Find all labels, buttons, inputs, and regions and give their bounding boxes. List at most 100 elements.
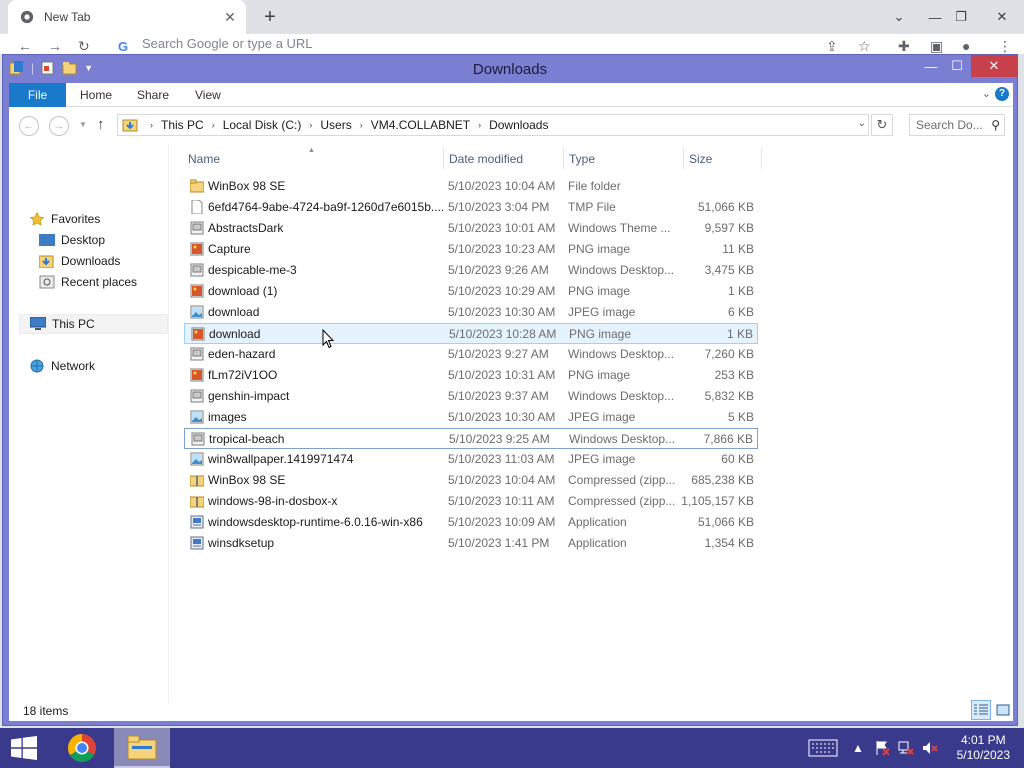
content-area: Favorites Desktop Downloads Recent place… xyxy=(9,143,1013,703)
chrome-extensions-icon[interactable]: ✚ xyxy=(898,38,910,55)
file-row[interactable]: winsdksetup 5/10/2023 1:41 PM Application 1… xyxy=(184,533,758,554)
file-row[interactable]: windowsdesktop-runtime-6.0.16-win-x86 5/1… xyxy=(184,512,758,533)
chrome-favicon-icon xyxy=(20,10,34,24)
installer-icon xyxy=(190,536,204,550)
window-maximize-button[interactable]: ☐ xyxy=(945,55,969,77)
chrome-back-icon[interactable]: ← xyxy=(18,38,32,54)
search-input[interactable]: Search Do... ⚲ xyxy=(909,114,1005,136)
file-type: JPEG image xyxy=(568,410,636,424)
file-size: 1,354 KB xyxy=(704,536,754,550)
column-header-type[interactable]: Type xyxy=(569,143,683,175)
png-image-icon xyxy=(190,242,204,256)
breadcrumb-downloads[interactable]: Downloads xyxy=(489,118,548,132)
file-date-modified: 5/10/2023 11:03 AM xyxy=(448,452,555,466)
zip-folder-icon xyxy=(190,496,204,508)
chrome-bookmark-star-icon[interactable]: ☆ xyxy=(858,38,871,55)
nav-item-desktop[interactable]: Desktop xyxy=(39,230,105,250)
file-name: tropical-beach xyxy=(209,432,285,446)
file-type: JPEG image xyxy=(568,452,636,466)
chrome-forward-icon[interactable]: → xyxy=(48,38,62,54)
chrome-menu-icon[interactable]: ⋮ xyxy=(998,38,1012,55)
taskbar-chrome-button[interactable] xyxy=(54,728,110,768)
file-row[interactable]: WinBox 98 SE 5/10/2023 10:04 AM File folde… xyxy=(184,176,758,197)
file-row[interactable]: tropical-beach 5/10/2023 9:25 AM Windows D… xyxy=(184,428,758,449)
chrome-restore-button[interactable]: ❐ xyxy=(944,0,978,34)
column-header-date[interactable]: Date modified xyxy=(449,143,563,175)
address-dropdown-chevron-icon[interactable]: ⌄ xyxy=(858,118,866,129)
address-bar-row: ← → ▼ ↑ › This PC › Local Disk (C:) › Us… xyxy=(9,107,1013,143)
file-row[interactable]: win8wallpaper.1419971474 5/10/2023 11:03 … xyxy=(184,449,758,470)
touch-keyboard-icon[interactable] xyxy=(808,728,838,768)
file-date-modified: 5/10/2023 3:04 PM xyxy=(448,200,550,214)
action-center-flag-icon[interactable] xyxy=(874,728,890,768)
address-box[interactable]: › This PC › Local Disk (C:) › Users › VM… xyxy=(117,114,869,136)
file-row[interactable]: download 5/10/2023 10:28 AM PNG image 1 KB xyxy=(184,323,758,344)
recent-locations-chevron-icon[interactable]: ▼ xyxy=(79,120,87,129)
file-row[interactable]: windows-98-in-dosbox-x 5/10/2023 10:11 AM… xyxy=(184,491,758,512)
start-button[interactable] xyxy=(0,728,48,768)
up-arrow-icon[interactable]: ↑ xyxy=(97,116,105,133)
file-row[interactable]: genshin-impact 5/10/2023 9:37 AM Windows D… xyxy=(184,386,758,407)
column-header-size[interactable]: Size xyxy=(689,143,759,175)
chrome-sidepanel-icon[interactable]: ▣ xyxy=(930,38,943,55)
file-size: 11 KB xyxy=(722,242,754,256)
chrome-close-button[interactable]: ✕ xyxy=(985,0,1019,34)
help-icon[interactable]: ? xyxy=(995,87,1009,101)
file-row[interactable]: AbstractsDark 5/10/2023 10:01 AM Windows T… xyxy=(184,218,758,239)
file-row[interactable]: 6efd4764-9abe-4724-ba9f-1260d7e6015b....… xyxy=(184,197,758,218)
chrome-share-icon[interactable]: ⇪ xyxy=(826,38,838,55)
file-row[interactable]: despicable-me-3 5/10/2023 9:26 AM Windows … xyxy=(184,260,758,281)
details-view-button[interactable] xyxy=(971,700,991,720)
file-row[interactable]: download (1) 5/10/2023 10:29 AM PNG image 1… xyxy=(184,281,758,302)
file-row[interactable]: fLm72iV1OO 5/10/2023 10:31 AM PNG image 253… xyxy=(184,365,758,386)
chrome-tab-search-icon[interactable]: ⌄ xyxy=(882,0,916,34)
file-size: 253 KB xyxy=(714,368,754,382)
system-clock[interactable]: 4:01 PM 5/10/2023 xyxy=(957,733,1010,763)
back-button[interactable]: ← xyxy=(19,116,39,136)
taskbar-file-explorer-button[interactable] xyxy=(114,728,170,768)
breadcrumb: › This PC › Local Disk (C:) › Users › VM… xyxy=(150,118,549,132)
chrome-profile-icon[interactable]: ● xyxy=(962,38,970,54)
file-row[interactable]: download 5/10/2023 10:30 AM JPEG image 6 KB xyxy=(184,302,758,323)
breadcrumb-users[interactable]: Users xyxy=(320,118,351,132)
chrome-tab-close-icon[interactable]: ✕ xyxy=(220,7,240,27)
file-date-modified: 5/10/2023 10:11 AM xyxy=(448,494,555,508)
file-date-modified: 5/10/2023 10:30 AM xyxy=(448,305,556,319)
nav-item-downloads[interactable]: Downloads xyxy=(39,251,120,271)
breadcrumb-local-disk[interactable]: Local Disk (C:) xyxy=(223,118,302,132)
file-row[interactable]: eden-hazard 5/10/2023 9:27 AM Windows Desk… xyxy=(184,344,758,365)
theme-file-icon xyxy=(190,389,204,403)
large-icons-view-button[interactable] xyxy=(993,700,1013,720)
chrome-tab-new-tab[interactable]: New Tab ✕ xyxy=(8,0,246,34)
file-row[interactable]: WinBox 98 SE 5/10/2023 10:04 AM Compressed… xyxy=(184,470,758,491)
file-row[interactable]: images 5/10/2023 10:30 AM JPEG image 5 KB xyxy=(184,407,758,428)
breadcrumb-this-pc[interactable]: This PC xyxy=(161,118,204,132)
explorer-titlebar[interactable]: | ▼ Downloads — ☐ ✕ xyxy=(3,55,1017,83)
breadcrumb-user-folder[interactable]: VM4.COLLABNET xyxy=(371,118,470,132)
ribbon-tab-view[interactable]: View xyxy=(181,83,235,107)
window-close-button[interactable]: ✕ xyxy=(971,55,1017,77)
ribbon-expand-chevron-icon[interactable]: ⌄ xyxy=(982,87,991,100)
chrome-omnibox[interactable]: G Search Google or type a URL xyxy=(110,36,810,54)
show-hidden-icons-icon[interactable]: ▲ xyxy=(852,728,864,768)
volume-muted-icon[interactable] xyxy=(922,728,938,768)
nav-item-this-pc[interactable]: This PC xyxy=(19,314,168,334)
ribbon-tab-file[interactable]: File xyxy=(9,83,66,107)
ribbon-tab-home[interactable]: Home xyxy=(66,83,126,107)
window-minimize-button[interactable]: — xyxy=(919,55,943,77)
ribbon-tab-share[interactable]: Share xyxy=(123,83,183,107)
chrome-reload-icon[interactable]: ↻ xyxy=(78,38,90,55)
chrome-new-tab-button[interactable]: + xyxy=(258,5,282,29)
forward-button[interactable]: → xyxy=(49,116,69,136)
nav-item-favorites[interactable]: Favorites xyxy=(29,209,100,229)
column-header-name[interactable]: Name xyxy=(188,143,443,175)
chrome-omnibox-placeholder: Search Google or type a URL xyxy=(142,36,313,51)
refresh-button[interactable]: ↻ xyxy=(871,114,893,136)
file-row[interactable]: Capture 5/10/2023 10:23 AM PNG image 11 KB xyxy=(184,239,758,260)
theme-file-icon xyxy=(191,432,205,446)
downloads-location-icon xyxy=(122,119,138,132)
details-view-icon xyxy=(974,704,988,715)
nav-item-network[interactable]: Network xyxy=(29,356,95,376)
nav-item-recent-places[interactable]: Recent places xyxy=(39,272,137,292)
network-status-icon[interactable] xyxy=(898,728,914,768)
